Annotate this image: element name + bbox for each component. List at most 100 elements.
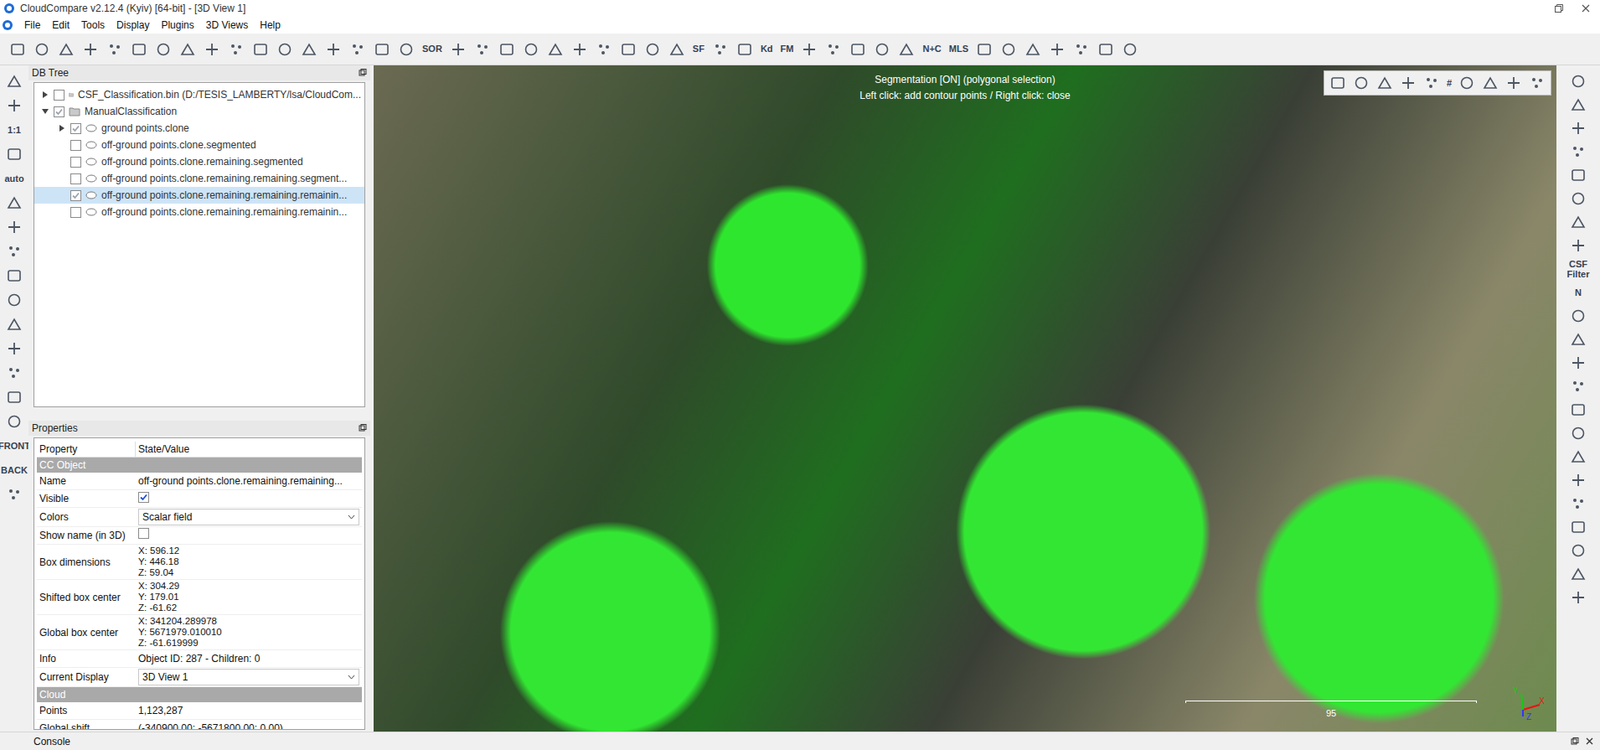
tool-button[interactable] <box>1021 38 1044 61</box>
tool-button[interactable] <box>1567 234 1590 257</box>
tool-button[interactable] <box>1567 562 1590 585</box>
tool-button[interactable]: SF <box>690 38 708 61</box>
tree-item[interactable]: off-ground points.clone.remaining.remain… <box>34 186 365 204</box>
tool-button[interactable] <box>568 38 591 61</box>
tool-button[interactable] <box>3 483 26 506</box>
tool-button[interactable] <box>1350 72 1373 94</box>
tool-button[interactable] <box>1567 586 1590 609</box>
tool-button[interactable] <box>3 289 26 311</box>
tool-button[interactable] <box>6 38 29 61</box>
tool-button[interactable]: FRONT <box>0 434 29 457</box>
tool-button[interactable] <box>1420 72 1443 94</box>
checkbox[interactable] <box>138 491 150 503</box>
tool-button[interactable] <box>79 38 102 61</box>
tool-button[interactable] <box>1119 38 1141 61</box>
float-icon[interactable] <box>358 423 367 433</box>
tool-button[interactable]: 1:1 <box>0 118 29 141</box>
checkbox[interactable] <box>70 156 82 168</box>
tool-button[interactable]: MLS <box>946 38 971 61</box>
tool-button[interactable] <box>447 38 470 61</box>
tool-button[interactable] <box>371 38 393 61</box>
tool-button[interactable] <box>395 38 418 61</box>
tree-item[interactable]: off-ground points.clone.remaining.remain… <box>34 203 365 221</box>
tool-button[interactable] <box>1567 211 1590 233</box>
tool-button[interactable] <box>1455 72 1478 94</box>
tool-button[interactable] <box>617 38 640 61</box>
tool-button[interactable] <box>798 38 821 61</box>
tool-button[interactable] <box>1479 72 1502 94</box>
tool-button[interactable] <box>709 38 732 61</box>
menu-item[interactable]: Plugins <box>154 17 200 33</box>
checkbox[interactable] <box>70 190 82 202</box>
menu-item[interactable]: 3D Views <box>200 17 254 33</box>
tool-button[interactable] <box>1373 72 1396 94</box>
tool-button[interactable]: BACK <box>0 459 29 481</box>
tool-button[interactable] <box>1567 445 1590 468</box>
float-icon[interactable] <box>358 68 367 78</box>
menu-item[interactable]: Edit <box>46 17 76 33</box>
tool-button[interactable] <box>1326 72 1349 94</box>
checkbox[interactable] <box>53 106 65 118</box>
tool-button[interactable] <box>322 38 345 61</box>
tool-button[interactable] <box>1567 117 1590 140</box>
tool-button[interactable] <box>471 38 494 61</box>
tool-button[interactable]: CSF Filter <box>1556 258 1600 280</box>
close-icon[interactable] <box>1585 737 1594 745</box>
tool-button[interactable] <box>997 38 1020 61</box>
tool-button[interactable] <box>1567 516 1590 538</box>
tool-button[interactable]: Kd <box>758 38 776 61</box>
expand-icon[interactable] <box>58 124 66 132</box>
tool-button[interactable] <box>895 38 918 61</box>
tool-button[interactable] <box>1397 72 1420 94</box>
tool-button[interactable] <box>544 38 567 61</box>
tool-button[interactable] <box>152 38 175 61</box>
tool-button[interactable] <box>846 38 869 61</box>
tool-button[interactable] <box>665 38 688 61</box>
tool-button[interactable] <box>3 410 26 433</box>
tool-button[interactable] <box>298 38 320 61</box>
tool-button[interactable] <box>128 38 150 61</box>
tree-item[interactable]: ground points.clone <box>34 119 365 137</box>
tool-button[interactable] <box>3 264 26 287</box>
tool-button[interactable] <box>3 361 26 384</box>
tool-button[interactable] <box>225 38 248 61</box>
tool-button[interactable] <box>3 143 26 166</box>
float-icon[interactable] <box>1570 737 1580 746</box>
tool-button[interactable] <box>1567 304 1590 327</box>
tree-item[interactable]: off-ground points.clone.remaining.remain… <box>34 170 365 187</box>
tool-button[interactable]: N <box>1556 281 1600 304</box>
checkbox[interactable] <box>70 139 82 151</box>
expand-icon[interactable] <box>41 91 49 99</box>
close-icon[interactable] <box>1581 4 1590 13</box>
tool-button[interactable] <box>1567 539 1590 562</box>
dropdown[interactable]: 3D View 1 <box>138 668 360 686</box>
tool-button[interactable]: auto <box>0 167 29 190</box>
tool-button[interactable]: SOR <box>419 38 445 61</box>
tool-button[interactable] <box>1567 187 1590 210</box>
menu-item[interactable]: Tools <box>75 17 111 33</box>
tool-button[interactable] <box>3 216 26 238</box>
tool-button[interactable] <box>3 191 26 214</box>
tool-button[interactable] <box>1567 351 1590 374</box>
dropdown[interactable]: Scalar field <box>138 508 360 526</box>
tool-button[interactable] <box>641 38 664 61</box>
tool-button[interactable] <box>3 70 26 93</box>
tool-button[interactable] <box>1567 164 1590 186</box>
tool-button[interactable] <box>273 38 296 61</box>
menu-item[interactable]: Help <box>253 17 287 33</box>
tool-button[interactable] <box>3 94 26 117</box>
tool-button[interactable]: FM <box>778 38 797 61</box>
tool-button[interactable] <box>1070 38 1093 61</box>
checkbox[interactable] <box>53 89 65 101</box>
checkbox[interactable] <box>70 206 82 218</box>
tool-button[interactable] <box>201 38 223 61</box>
tool-button[interactable] <box>1567 375 1590 398</box>
tool-button[interactable] <box>249 38 272 61</box>
tree-item[interactable]: ManualClassification <box>34 103 365 120</box>
tool-button[interactable] <box>1502 72 1525 94</box>
tool-button[interactable] <box>520 38 542 61</box>
tool-button[interactable] <box>822 38 845 61</box>
tool-button[interactable] <box>3 240 26 263</box>
tool-button[interactable] <box>1567 398 1590 421</box>
tool-button[interactable] <box>1567 93 1590 116</box>
